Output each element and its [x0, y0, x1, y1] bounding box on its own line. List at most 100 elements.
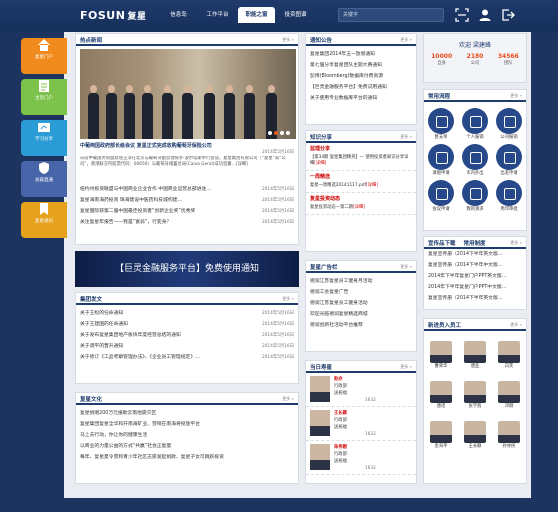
leftnav-item-fosun-portal[interactable]: 复星门户	[21, 38, 67, 74]
broadcast-more-link[interactable]: 更多 »	[400, 264, 412, 270]
advance-icon	[428, 108, 454, 134]
birthday-more-link[interactable]: 更多 »	[400, 364, 412, 370]
hot-news-panel: 热点新闻 更多 » 中葡两国政府部长级会议 复星正式完成收购葡萄牙保险公司 20…	[75, 33, 299, 245]
tab-common-rules[interactable]: 常用制度	[460, 237, 490, 247]
news-headline[interactable]: 中葡两国政府部长级会议 复星正式完成收购葡萄牙保险公司	[80, 142, 296, 149]
list-item[interactable]: 2014年下半年复星门户PPT中文版…	[424, 282, 526, 293]
knowledge-more-link[interactable]: 更多 »	[400, 134, 412, 140]
list-item[interactable]: 复星捐赠200万元援助云南地震灾区	[76, 408, 298, 419]
list-item[interactable]: 彭博(Bloomberg)数据库付费资源	[306, 71, 416, 82]
list-item[interactable]: 关于发布复星集团地产板块年度经营总结的通知 2014年5月16日	[76, 330, 298, 341]
list-item[interactable]: 德润江苏复星员工健身月活动	[306, 276, 416, 287]
send-wishes-button[interactable]: 送祝福	[334, 458, 347, 465]
hot-news-more-link[interactable]: 更多 »	[282, 37, 294, 43]
stat-team[interactable]: 34566 团队	[498, 53, 519, 66]
employee-card[interactable]: 曹荣华	[424, 337, 458, 369]
leftnav-item-learning-share[interactable]: 学习分享	[21, 120, 67, 156]
downloads-more-link[interactable]: 更多 »	[510, 240, 522, 246]
promo-banner[interactable]: 【巨灵金融服务平台】免费使用通知	[75, 251, 299, 287]
fosun-logo[interactable]: FOSUN 复星	[80, 9, 146, 22]
nav-tab-investment-map[interactable]: 投资图谱	[277, 7, 314, 23]
list-item[interactable]: 复星宣传册（2014下半年英文版…	[424, 249, 526, 260]
employee-card[interactable]: 唐亚	[458, 337, 492, 369]
employee-card[interactable]: 唐诺	[424, 377, 458, 409]
process-personal-reimburse[interactable]: 个人报销	[458, 104, 492, 140]
like-count[interactable]: 1632	[365, 432, 376, 437]
stat-company[interactable]: 2180 公司	[467, 53, 484, 66]
employee-card[interactable]: 金海平	[424, 417, 458, 449]
list-item[interactable]: 关于使用专业数据库平台的通知	[306, 93, 416, 104]
process-business-trip[interactable]: 出差申请	[492, 140, 526, 176]
car-icon	[462, 144, 488, 170]
employee-card[interactable]: 邓刚	[492, 377, 526, 409]
process-leave[interactable]: 请假申请	[424, 140, 458, 176]
list-item[interactable]: 第七届分享复星团队主题大赛通知	[306, 60, 416, 71]
trip-icon	[496, 144, 522, 170]
process-seal-approval[interactable]: 用印审批	[492, 176, 526, 212]
leftnav-item-main-portal[interactable]: 主页门户	[21, 79, 67, 115]
process-my-requests[interactable]: 我的请求	[458, 176, 492, 212]
user-icon[interactable]	[478, 8, 492, 22]
list-item[interactable]: 德润创新社活动平台推荐	[306, 320, 416, 331]
leftnav-item-fosun-newsletter[interactable]: 复星通讯	[21, 202, 67, 238]
list-item[interactable]: 德润工会复星广告	[306, 287, 416, 298]
process-advance[interactable]: 暂支单	[424, 104, 458, 140]
list-item[interactable]: 复星宣传册（2014下半年英文版…	[424, 293, 526, 304]
employee-card[interactable]: 白芙	[492, 337, 526, 369]
group-notices-more-link[interactable]: 更多 »	[282, 296, 294, 302]
list-item[interactable]: 马上去行动，你让你的健康生活	[76, 430, 298, 441]
knowledge-block-body[interactable]: 复星一周精选20141117.pdf[详细]	[306, 182, 416, 193]
knowledge-share-panel: 知识分享 更多 » 监理分享 【第34期 复星集团精英】— 使用投资者知识分享详细…	[305, 130, 417, 252]
new-employees-panel: 新进员入员工 更多 » 曹荣华 唐亚 白芙 唐诺 张学茜 邓刚 金海平 王长颖 孙…	[423, 318, 527, 484]
processes-title: 常用流程	[428, 94, 451, 100]
list-item[interactable]: 复星集团2014年五一放假通知	[306, 49, 416, 60]
newcomers-more-link[interactable]: 更多 »	[510, 322, 522, 328]
process-meeting[interactable]: 会议申请	[424, 176, 458, 212]
nav-tab-info-island[interactable]: 信息岛	[160, 7, 197, 23]
search-input[interactable]: 关键字	[338, 8, 444, 22]
stat-self[interactable]: 10000 自身	[431, 53, 452, 66]
list-item[interactable]: 关注复星年报告——我是“富翁”，行变身？ 2014年5月16日	[76, 217, 298, 228]
culture-more-link[interactable]: 更多 »	[282, 396, 294, 402]
tab-promo-downloads[interactable]: 宣传品下载	[424, 237, 460, 247]
employee-card[interactable]: 张学茜	[458, 377, 492, 409]
main-nav: 信息岛 工作平台 职能之窗 投资图谱	[160, 7, 316, 23]
process-local-outing[interactable]: 市内外出	[458, 140, 492, 176]
avatar	[464, 421, 486, 443]
birthday-person: 王长颖 行政部 送祝福 1632	[306, 407, 416, 441]
logout-icon[interactable]	[501, 8, 515, 22]
send-wishes-button[interactable]: 送祝福	[334, 424, 347, 431]
knowledge-block-body[interactable]: 【第34期 复星集团精英】— 使用投资者知识分享详细[详细]	[306, 154, 416, 171]
list-item[interactable]: 关于修订《工品考察管理办法》、《企业员工管理规定》… 2014年5月16日	[76, 352, 298, 363]
carousel-dots[interactable]	[268, 131, 290, 135]
list-item[interactable]: 每年、复星夏令营和青少年社区志愿发起捐款、复星子女可跳跃投资	[76, 452, 298, 463]
knowledge-block-body[interactable]: 复星投资动态—第二期[详细]	[306, 204, 416, 215]
like-count[interactable]: 1632	[365, 398, 376, 403]
list-item[interactable]: 关于调平的晋升通知 2014年5月16日	[76, 341, 298, 352]
list-item[interactable]: 复星国际获第二届中国最佳投资者“创新企业奖”优秀奖 2014年5月16日	[76, 206, 298, 217]
processes-more-link[interactable]: 更多 »	[510, 93, 522, 99]
employee-card[interactable]: 王长颖	[458, 417, 492, 449]
process-company-reimburse[interactable]: 公司报销	[492, 104, 526, 140]
leftnav-item-ceo-direct[interactable]: 总裁直通	[21, 161, 67, 197]
list-item[interactable]: 以商业的力量公益的方式“共赢”社会正能量	[76, 441, 298, 452]
list-item[interactable]: 欢迎光临德润复星精选商城	[306, 309, 416, 320]
avatar	[430, 421, 452, 443]
employee-card[interactable]: 孙亦民	[492, 417, 526, 449]
like-count[interactable]: 1632	[365, 466, 376, 471]
list-item[interactable]: 德润江苏复星员工健身活动	[306, 298, 416, 309]
scan-icon[interactable]	[455, 8, 469, 22]
list-item[interactable]: 复星海南海药投资 珠海建设中医药科技城构建… 2014年5月16日	[76, 195, 298, 206]
list-item[interactable]: 复星宣传册（2014下半年中文版…	[424, 260, 526, 271]
send-wishes-button[interactable]: 送祝福	[334, 390, 347, 397]
list-item[interactable]: 纽约州投资联盟与中国商业企业合作 中国商业运营总部进驻… 2014年5月16日	[76, 184, 298, 195]
nav-tab-work-platform[interactable]: 工作平台	[199, 7, 236, 23]
list-item[interactable]: 复星集团复星全华和开南海矿业、营销在南海将投放平台	[76, 419, 298, 430]
notice-more-link[interactable]: 更多 »	[400, 37, 412, 43]
list-item[interactable]: 2014年下半年复星门户PPT英文版…	[424, 271, 526, 282]
list-item[interactable]: 【巨灵金融服务平台】免费试用通知	[306, 82, 416, 93]
list-item[interactable]: 关于王松的任命通知 2014年5月16日	[76, 308, 298, 319]
list-item[interactable]: 关于王建国的任命通知 2014年5月16日	[76, 319, 298, 330]
nav-tab-functional-window[interactable]: 职能之窗	[238, 7, 275, 23]
news-photo[interactable]	[80, 49, 296, 139]
